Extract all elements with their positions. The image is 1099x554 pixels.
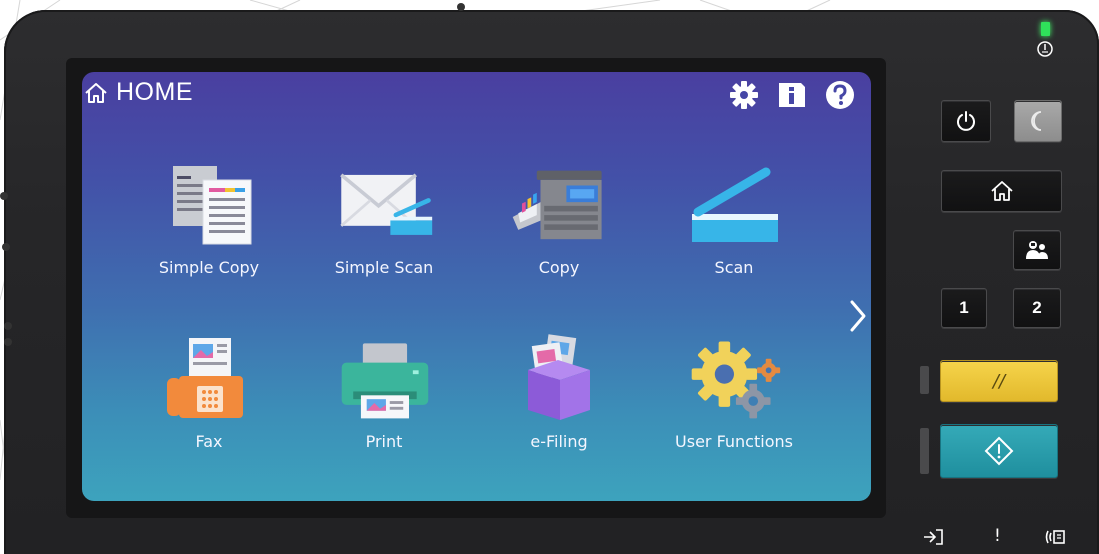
panel-screw bbox=[4, 322, 12, 330]
memory-2-button[interactable]: 2 bbox=[1013, 288, 1061, 328]
app-scan[interactable]: Scan bbox=[654, 160, 814, 300]
home-icon bbox=[85, 82, 107, 103]
indicator-slot bbox=[920, 428, 929, 474]
panel-screw bbox=[0, 192, 8, 200]
print-icon bbox=[341, 343, 429, 419]
panel-screw bbox=[4, 338, 12, 346]
app-label: User Functions bbox=[675, 432, 793, 451]
app-fax[interactable]: Fax bbox=[129, 334, 289, 474]
settings-button[interactable] bbox=[727, 78, 761, 112]
app-simple-scan[interactable]: Simple Scan bbox=[304, 160, 464, 300]
scan-icon bbox=[692, 167, 778, 242]
home-hard-button[interactable] bbox=[941, 170, 1062, 212]
fax-line-icon bbox=[1045, 530, 1065, 544]
app-label: Simple Copy bbox=[158, 258, 260, 277]
power-led bbox=[1041, 22, 1050, 36]
memory-1-button[interactable]: 1 bbox=[941, 288, 987, 328]
clear-symbol: // bbox=[992, 370, 1006, 392]
app-simple-copy[interactable]: Simple Copy bbox=[129, 160, 289, 300]
app-print[interactable]: Print bbox=[304, 334, 464, 474]
copy-icon bbox=[512, 170, 602, 240]
moon-icon bbox=[1031, 111, 1042, 131]
gear-icon bbox=[730, 81, 758, 109]
simple-copy-icon bbox=[173, 166, 252, 245]
app-label: Simple Scan bbox=[334, 258, 434, 277]
app-label: Scan bbox=[714, 258, 754, 277]
error-indicator: ! bbox=[994, 526, 1001, 546]
home-icon bbox=[990, 181, 1013, 201]
indicator-slot bbox=[920, 366, 929, 394]
user-access-icon bbox=[1026, 241, 1048, 259]
help-icon bbox=[826, 81, 854, 109]
app-user-functions[interactable]: User Functions bbox=[654, 334, 814, 474]
user-functions-icon bbox=[691, 341, 781, 419]
panel-screw bbox=[2, 243, 10, 251]
app-label: Fax bbox=[195, 432, 223, 451]
power-icon bbox=[957, 111, 975, 131]
memory-2-label: 2 bbox=[1032, 298, 1042, 317]
info-button[interactable] bbox=[775, 78, 809, 112]
app-efiling[interactable]: e-Filing bbox=[479, 334, 639, 474]
power-button[interactable] bbox=[941, 100, 991, 142]
printer-control-panel: HOME Simple Copy Simple Scan Copy Scan F… bbox=[0, 0, 1099, 554]
main-power-icon bbox=[1037, 41, 1053, 57]
panel-screw bbox=[457, 3, 465, 11]
header-actions bbox=[727, 78, 857, 112]
info-icon bbox=[779, 83, 805, 107]
help-button[interactable] bbox=[823, 78, 857, 112]
touch-screen: HOME Simple Copy Simple Scan Copy Scan F… bbox=[82, 72, 871, 501]
next-page-arrow[interactable] bbox=[846, 296, 870, 336]
memory-1-label: 1 bbox=[959, 298, 969, 317]
page-title: HOME bbox=[84, 78, 193, 107]
data-in-icon bbox=[924, 529, 943, 545]
app-copy[interactable]: Copy bbox=[479, 160, 639, 300]
home-title-text: HOME bbox=[116, 78, 193, 106]
start-button[interactable] bbox=[940, 424, 1058, 478]
energy-save-button[interactable] bbox=[1014, 100, 1062, 142]
simple-scan-icon bbox=[340, 173, 433, 235]
access-button[interactable] bbox=[1013, 230, 1061, 270]
app-label: e-Filing bbox=[530, 432, 588, 451]
clear-button[interactable]: // bbox=[940, 360, 1058, 402]
app-label: Copy bbox=[538, 258, 580, 277]
start-icon bbox=[984, 436, 1014, 466]
fax-icon bbox=[167, 338, 243, 418]
app-label: Print bbox=[365, 432, 403, 451]
efiling-icon bbox=[528, 334, 590, 420]
